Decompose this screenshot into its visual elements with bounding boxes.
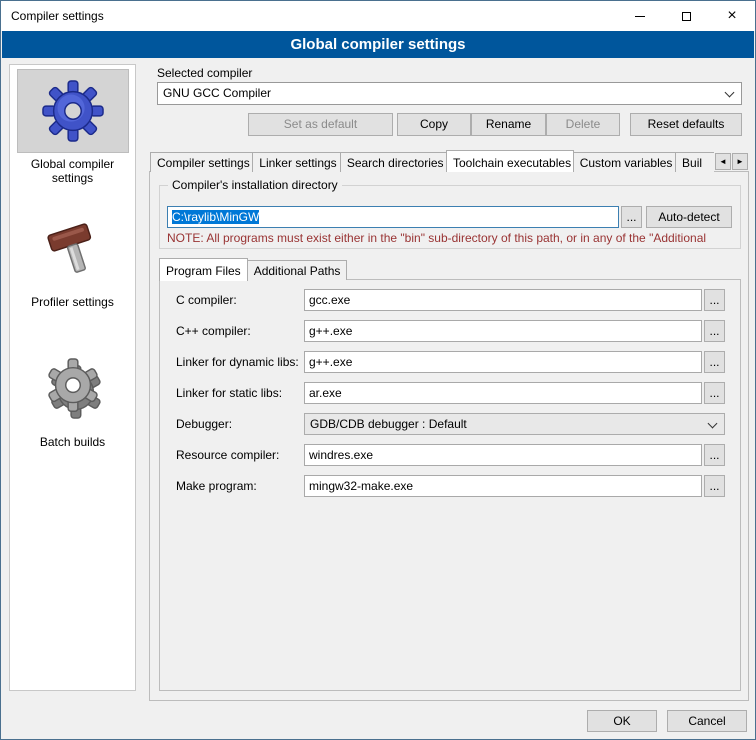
selected-compiler-label: Selected compiler <box>157 66 252 80</box>
tab-build-options[interactable]: Buil <box>675 152 714 172</box>
static-linker-label: Linker for static libs: <box>176 386 282 400</box>
cpp-compiler-label: C++ compiler: <box>176 324 251 338</box>
window-title: Compiler settings <box>1 9 104 23</box>
minimize-icon <box>635 16 645 17</box>
right-arrow-icon: ► <box>736 157 744 166</box>
static-linker-browse-button[interactable]: ... <box>704 382 725 404</box>
resource-compiler-value: windres.exe <box>309 448 373 462</box>
icon-box <box>17 207 129 291</box>
cpp-compiler-browse-button[interactable]: ... <box>704 320 725 342</box>
c-compiler-label: C compiler: <box>176 293 237 307</box>
sub-tabs: Program Files Additional Paths <box>159 257 346 280</box>
sidebar-item-label: Batch builds <box>17 435 129 449</box>
selected-item-highlight <box>17 69 129 153</box>
static-linker-input[interactable]: ar.exe <box>304 382 702 404</box>
tab-scroll-left-button[interactable]: ◄ <box>715 153 731 170</box>
sidebar-item-label: Global compiler settings <box>17 157 129 185</box>
ok-button[interactable]: OK <box>587 710 657 732</box>
debugger-label: Debugger: <box>176 417 232 431</box>
copy-button[interactable]: Copy <box>397 113 471 136</box>
tab-linker-settings[interactable]: Linker settings <box>252 152 341 172</box>
cancel-button[interactable]: Cancel <box>667 710 747 732</box>
delete-button[interactable]: Delete <box>546 113 620 136</box>
left-arrow-icon: ◄ <box>719 157 727 166</box>
make-program-input[interactable]: mingw32-make.exe <box>304 475 702 497</box>
minimize-button[interactable] <box>617 1 663 31</box>
c-compiler-value: gcc.exe <box>309 293 350 307</box>
window-controls: × <box>617 1 755 31</box>
resource-compiler-input[interactable]: windres.exe <box>304 444 702 466</box>
install-dir-browse-button[interactable]: ... <box>621 206 642 228</box>
gray-gears-icon <box>42 358 104 420</box>
tab-compiler-settings[interactable]: Compiler settings <box>150 152 253 172</box>
autodetect-button[interactable]: Auto-detect <box>646 206 732 228</box>
blue-gear-icon <box>42 80 104 142</box>
close-button[interactable]: × <box>709 1 755 31</box>
maximize-icon <box>682 12 691 21</box>
make-program-browse-button[interactable]: ... <box>704 475 725 497</box>
debugger-select[interactable]: GDB/CDB debugger : Default <box>304 413 725 435</box>
install-dir-group-label: Compiler's installation directory <box>168 178 342 192</box>
debugger-value: GDB/CDB debugger : Default <box>310 417 467 431</box>
tab-scroll-right-button[interactable]: ► <box>732 153 748 170</box>
cpp-compiler-input[interactable]: g++.exe <box>304 320 702 342</box>
c-compiler-browse-button[interactable]: ... <box>704 289 725 311</box>
selected-text: C:\raylib\MinGW <box>172 210 259 224</box>
c-compiler-input[interactable]: gcc.exe <box>304 289 702 311</box>
dynamic-linker-label: Linker for dynamic libs: <box>176 355 299 369</box>
rename-button[interactable]: Rename <box>471 113 546 136</box>
subtab-additional-paths[interactable]: Additional Paths <box>247 260 348 280</box>
resource-compiler-browse-button[interactable]: ... <box>704 444 725 466</box>
make-program-value: mingw32-make.exe <box>309 479 413 493</box>
make-program-label: Make program: <box>176 479 257 493</box>
tab-custom-variables[interactable]: Custom variables <box>573 152 676 172</box>
cpp-compiler-value: g++.exe <box>309 324 352 338</box>
banner-title: Global compiler settings <box>290 36 465 53</box>
sidebar-item-profiler-settings[interactable]: Profiler settings <box>10 203 135 309</box>
compiler-select[interactable]: GNU GCC Compiler <box>157 82 742 105</box>
hammer-icon <box>42 218 104 280</box>
resource-compiler-label: Resource compiler: <box>176 448 279 462</box>
sidebar-item-batch-builds[interactable]: Batch builds <box>10 343 135 449</box>
sidebar: Global compiler settings Profiler settin… <box>9 64 136 691</box>
compiler-settings-dialog: Compiler settings × Global compiler sett… <box>0 0 756 740</box>
main-tabs: Compiler settings Linker settings Search… <box>150 149 714 172</box>
icon-box <box>17 347 129 431</box>
tab-toolchain-executables[interactable]: Toolchain executables <box>446 150 574 172</box>
tab-search-directories[interactable]: Search directories <box>340 152 447 172</box>
header-banner: Global compiler settings <box>2 31 754 58</box>
title-bar[interactable]: Compiler settings × <box>1 1 755 31</box>
dynamic-linker-browse-button[interactable]: ... <box>704 351 725 373</box>
set-as-default-button[interactable]: Set as default <box>248 113 393 136</box>
static-linker-value: ar.exe <box>309 386 342 400</box>
sidebar-item-label: Profiler settings <box>17 295 129 309</box>
dynamic-linker-value: g++.exe <box>309 355 352 369</box>
reset-defaults-button[interactable]: Reset defaults <box>630 113 742 136</box>
compiler-select-value: GNU GCC Compiler <box>163 86 271 100</box>
close-icon: × <box>727 8 736 24</box>
maximize-button[interactable] <box>663 1 709 31</box>
dynamic-linker-input[interactable]: g++.exe <box>304 351 702 373</box>
install-dir-input[interactable]: C:\raylib\MinGW <box>167 206 619 228</box>
sidebar-item-global-compiler-settings[interactable]: Global compiler settings <box>10 65 135 185</box>
subtab-program-files[interactable]: Program Files <box>159 258 248 281</box>
note-text: NOTE: All programs must exist either in … <box>167 231 741 245</box>
